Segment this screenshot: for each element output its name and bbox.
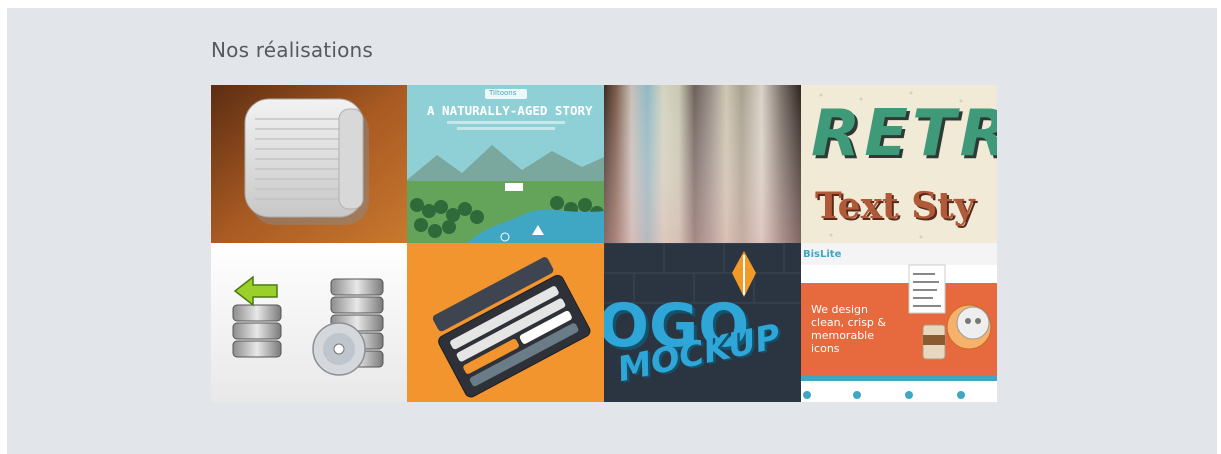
section-title: Nos réalisations — [211, 38, 374, 62]
notes-app-icon — [211, 85, 407, 243]
portfolio-item-notes-app-icon[interactable] — [211, 85, 407, 243]
tagline-line: clean, crisp & — [811, 316, 886, 329]
tagline-line: memorable — [811, 329, 874, 342]
tagline-line: We design — [811, 303, 868, 316]
retro-subtitle: Text Sty — [815, 185, 975, 227]
portfolio-item-logo-mockup[interactable]: OGO MOCKUP — [604, 243, 801, 402]
bislite-tagline: We design clean, crisp & memorable icons — [811, 303, 886, 355]
portfolio-item-blurred-gradient-stripes[interactable] — [604, 85, 801, 243]
portfolio-grid: Tiltoons A NATURALLY-AGED STORY RETR Tex… — [211, 85, 997, 402]
blurred-stripes-image — [604, 85, 801, 243]
tile-badge: Tiltoons — [489, 89, 517, 97]
portfolio-item-database-backup-icon[interactable] — [211, 243, 407, 402]
portfolio-item-naturally-aged-story[interactable]: Tiltoons A NATURALLY-AGED STORY — [407, 85, 604, 243]
mobile-ui-kit-image — [407, 243, 604, 402]
bislite-logo: BisLite — [803, 249, 842, 260]
database-backup-icon — [211, 243, 407, 402]
portfolio-item-retro-text-style[interactable]: RETR Text Sty — [801, 85, 997, 243]
tile-headline: A NATURALLY-AGED STORY — [427, 103, 593, 118]
retro-word: RETR — [811, 97, 997, 171]
portfolio-section: Nos réalisations Tiltoons A NATURALLY-AG… — [7, 8, 1217, 454]
portfolio-item-bislite-theme[interactable]: BisLite We design clean, crisp & memorab… — [801, 243, 997, 402]
portfolio-item-mobile-ui-kit[interactable] — [407, 243, 604, 402]
tagline-line: icons — [811, 342, 840, 355]
